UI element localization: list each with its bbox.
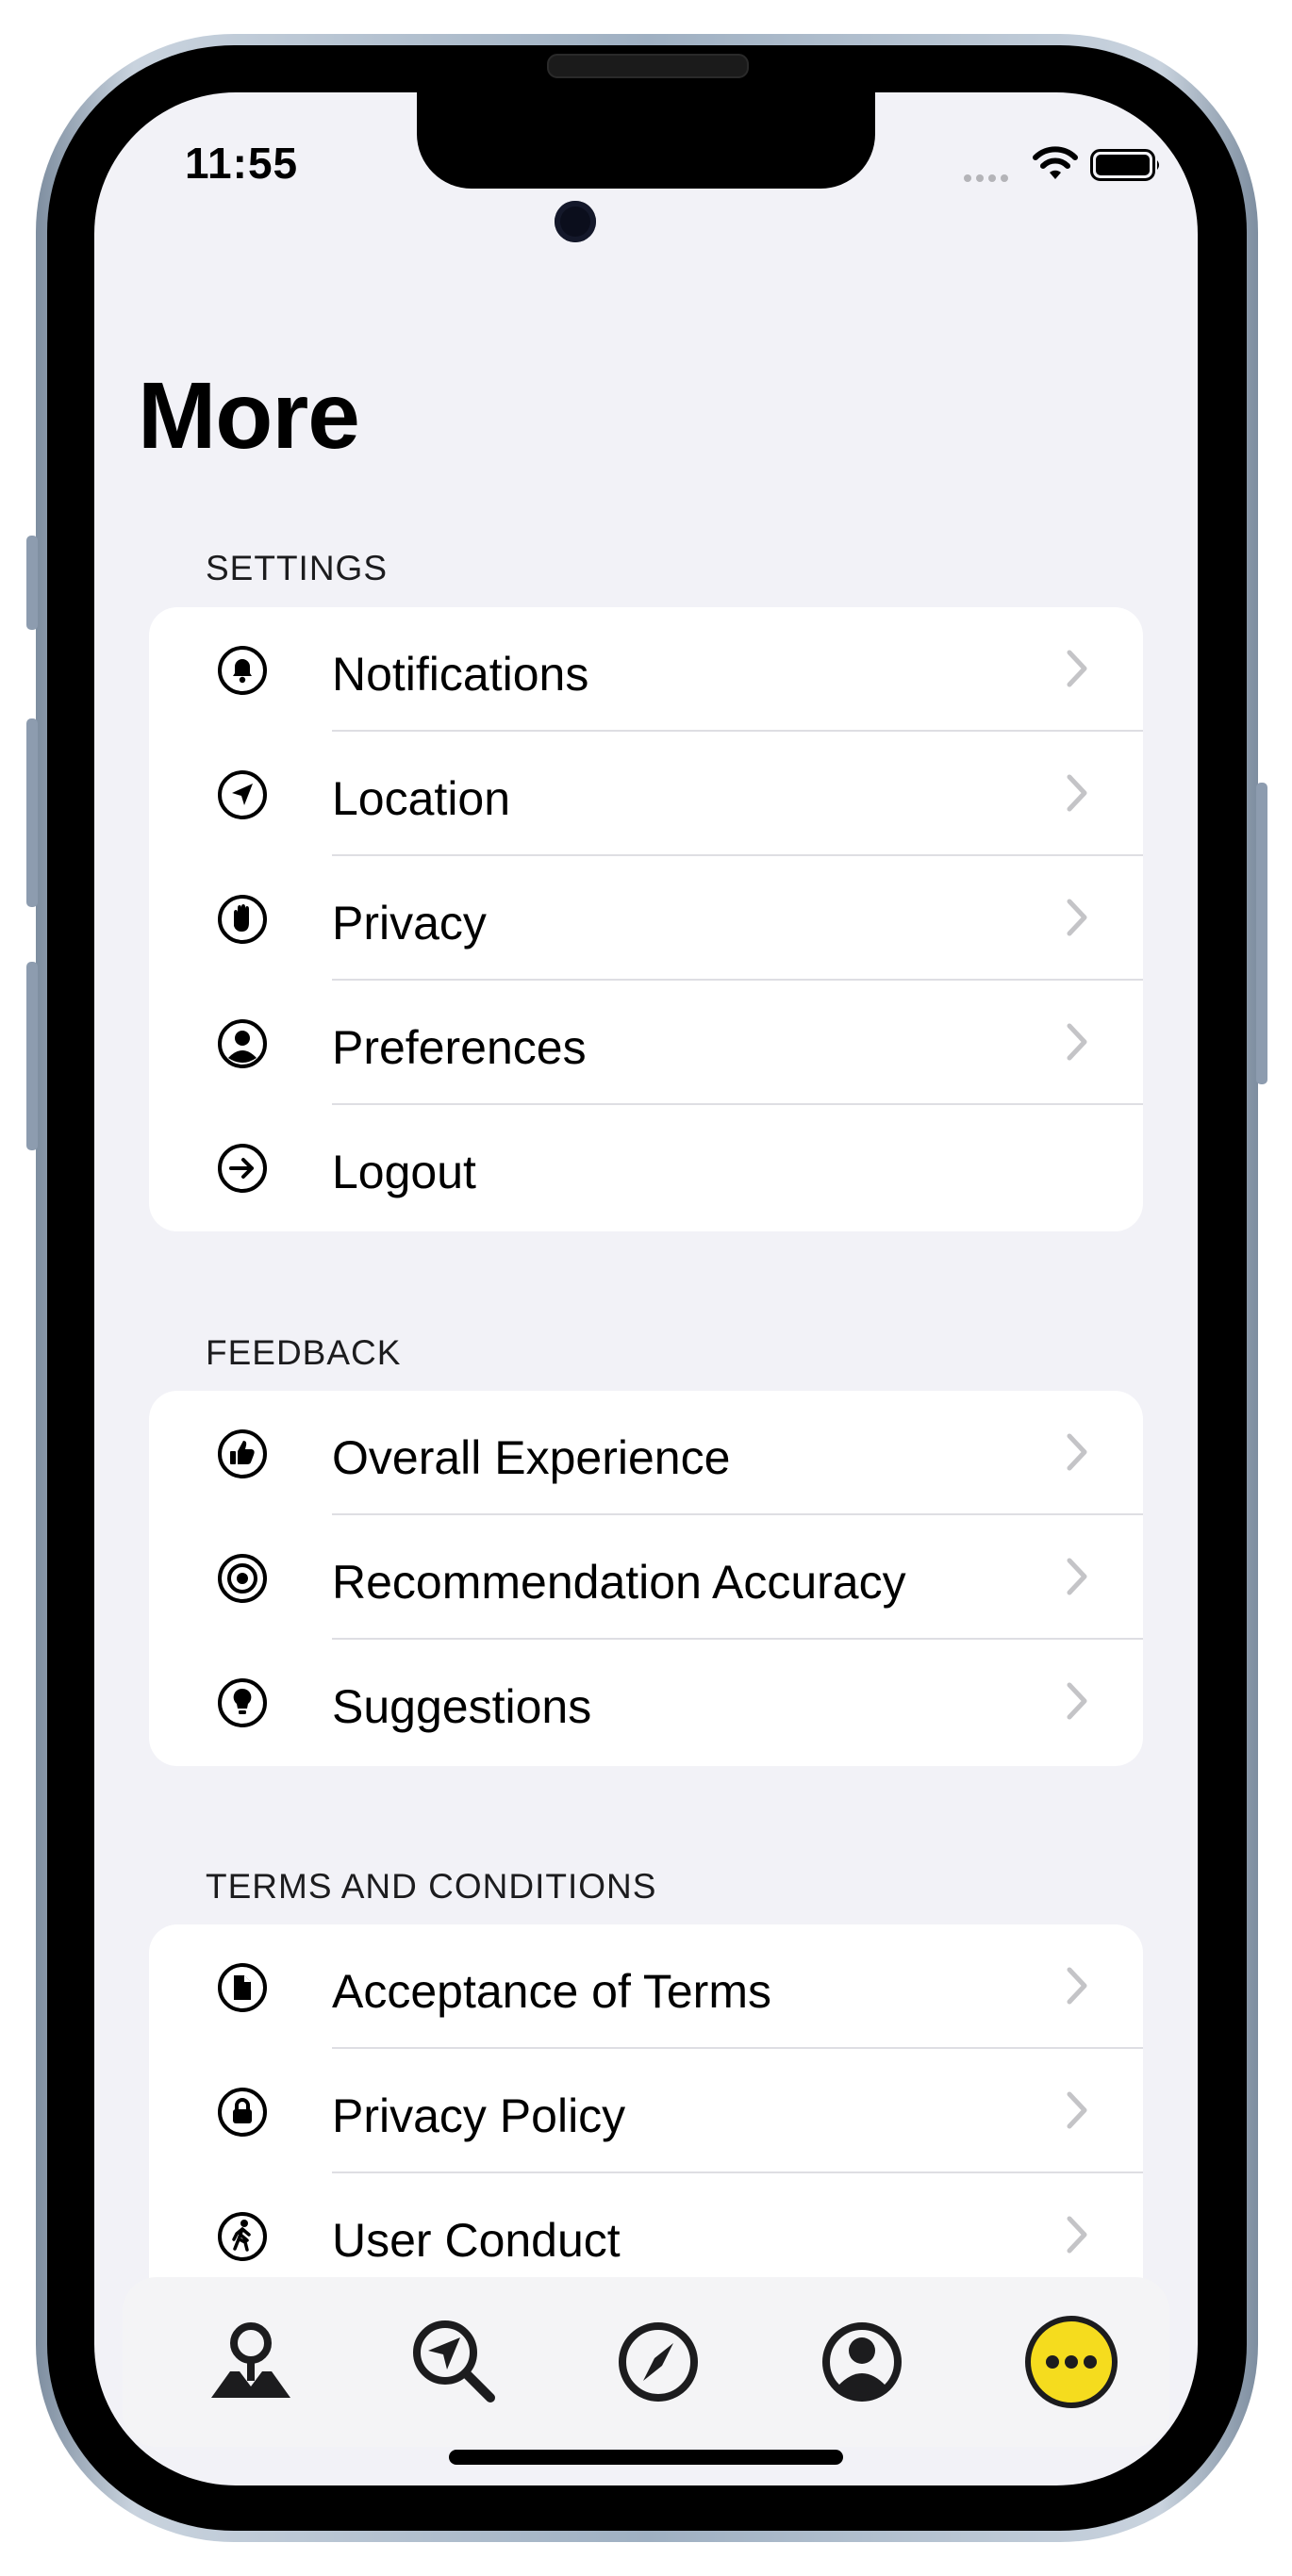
walking-person-icon — [218, 2212, 267, 2261]
section-header-feedback: FEEDBACK — [206, 1333, 402, 1372]
target-icon — [218, 1554, 267, 1603]
compass-icon[interactable] — [611, 2315, 705, 2409]
chevron-right-icon — [1067, 1967, 1087, 2005]
earpiece-speaker — [547, 54, 749, 78]
row-label: Suggestions — [332, 1680, 592, 1733]
chevron-right-icon — [1067, 650, 1087, 687]
notch — [417, 92, 875, 189]
page-title: More — [138, 363, 360, 469]
location-arrow-icon — [218, 770, 267, 819]
row-overall-experience[interactable]: Overall Experience — [149, 1391, 1143, 1515]
home-indicator[interactable] — [449, 2450, 843, 2465]
chevron-right-icon — [1067, 899, 1087, 936]
arrow-right-circle-icon — [218, 1144, 267, 1193]
mute-switch — [26, 536, 38, 630]
lightbulb-icon — [218, 1678, 267, 1727]
row-label: Acceptance of Terms — [332, 1965, 771, 2018]
chevron-right-icon — [1067, 1558, 1087, 1595]
document-icon — [218, 1963, 267, 2012]
row-label: User Conduct — [332, 2214, 621, 2267]
chevron-right-icon — [1067, 774, 1087, 812]
row-label: Privacy Policy — [332, 2089, 626, 2142]
chevron-right-icon — [1067, 2216, 1087, 2254]
screen: 11:55 More SETTINGS Notifications Locati… — [94, 92, 1198, 2485]
signal-dots-icon — [964, 170, 1019, 182]
thumbs-up-icon — [218, 1429, 267, 1478]
front-camera — [555, 201, 596, 242]
lock-icon — [218, 2088, 267, 2137]
more-ellipsis-icon[interactable] — [1019, 2309, 1124, 2415]
bell-icon — [218, 646, 267, 695]
power-button — [1256, 783, 1267, 1084]
row-label: Logout — [332, 1146, 476, 1198]
chevron-right-icon — [1067, 1433, 1087, 1471]
tab-bar — [123, 2277, 1169, 2447]
row-label: Recommendation Accuracy — [332, 1556, 906, 1609]
row-location[interactable]: Location — [149, 732, 1143, 856]
status-time: 11:55 — [185, 139, 299, 188]
person-circle-icon — [218, 1019, 267, 1068]
hand-raised-icon — [218, 895, 267, 944]
section-header-terms: TERMS AND CONDITIONS — [206, 1867, 657, 1906]
row-privacy[interactable]: Privacy — [149, 856, 1143, 981]
row-label: Preferences — [332, 1021, 587, 1074]
chevron-right-icon — [1067, 1023, 1087, 1061]
row-acceptance-of-terms[interactable]: Acceptance of Terms — [149, 1924, 1143, 2049]
battery-icon — [1090, 149, 1159, 181]
row-suggestions[interactable]: Suggestions — [149, 1640, 1143, 1764]
row-recommendation-accuracy[interactable]: Recommendation Accuracy — [149, 1515, 1143, 1640]
row-label: Notifications — [332, 648, 589, 701]
row-privacy-policy[interactable]: Privacy Policy — [149, 2049, 1143, 2173]
search-location-icon[interactable] — [407, 2315, 502, 2409]
row-label: Privacy — [332, 897, 487, 949]
chevron-right-icon — [1067, 1682, 1087, 1720]
settings-group: Notifications Location Privacy Preferenc… — [149, 607, 1143, 1231]
row-label: Location — [332, 772, 511, 825]
row-label: Overall Experience — [332, 1431, 731, 1484]
wifi-icon — [1033, 146, 1078, 179]
map-pin-icon[interactable] — [204, 2315, 298, 2409]
chevron-right-icon — [1067, 2091, 1087, 2129]
row-notifications[interactable]: Notifications — [149, 607, 1143, 732]
feedback-group: Overall Experience Recommendation Accura… — [149, 1391, 1143, 1766]
row-preferences[interactable]: Preferences — [149, 981, 1143, 1105]
section-header-settings: SETTINGS — [206, 549, 389, 587]
volume-up-button — [26, 718, 38, 907]
row-logout[interactable]: Logout — [149, 1105, 1143, 1230]
volume-down-button — [26, 962, 38, 1150]
profile-icon[interactable] — [815, 2315, 909, 2409]
